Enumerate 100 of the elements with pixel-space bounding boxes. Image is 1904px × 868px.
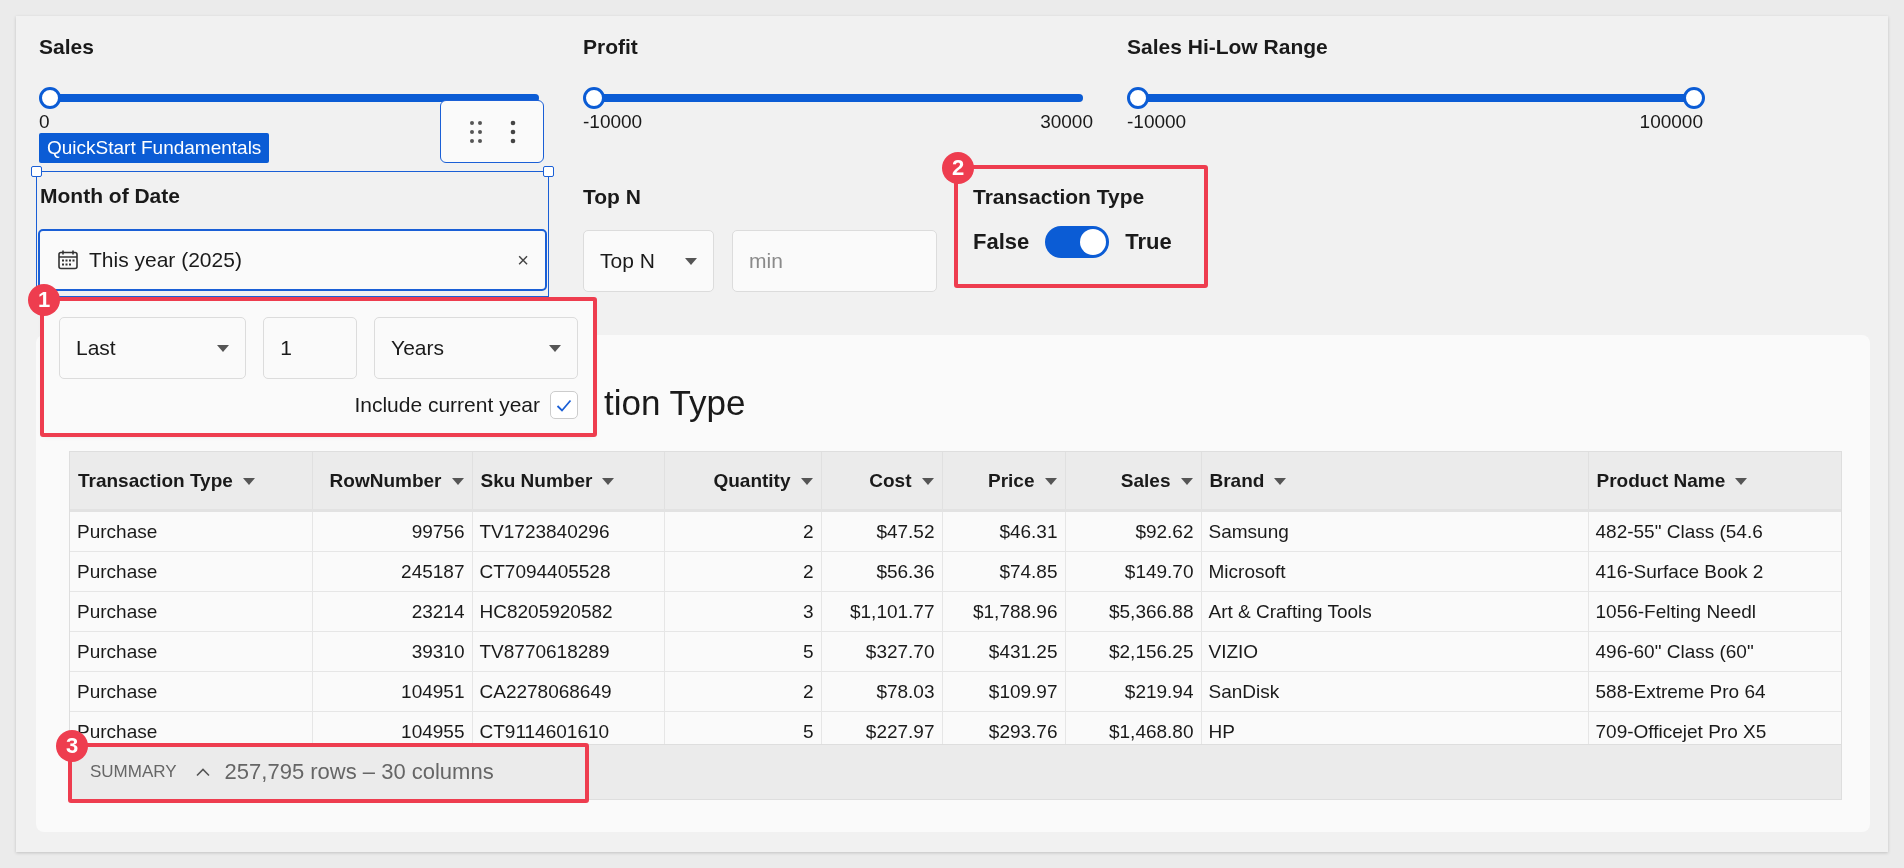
table-cell: 2: [664, 510, 821, 552]
control-label: Top N: [583, 185, 642, 209]
table-cell: TV1723840296: [472, 510, 664, 552]
more-icon: [509, 119, 516, 144]
column-header[interactable]: RowNumber: [312, 452, 472, 511]
caret-icon: [1044, 478, 1057, 485]
column-header[interactable]: Brand: [1201, 452, 1588, 511]
slider-thumb[interactable]: [583, 87, 605, 109]
drag-handle-icon: [468, 119, 483, 144]
slider-label: Sales Hi-Low Range: [1127, 35, 1329, 59]
date-field[interactable]: This year (2025) ×: [38, 229, 547, 291]
caret-icon: [242, 478, 255, 485]
top-n-dropdown[interactable]: Top N: [583, 230, 714, 292]
table-cell: $327.70: [821, 631, 942, 672]
column-header[interactable]: Sku Number: [472, 452, 664, 511]
table-cell: $1,101.77: [821, 591, 942, 632]
caret-icon: [921, 478, 934, 485]
column-header[interactable]: Cost: [821, 452, 942, 511]
control-label: Month of Date: [40, 184, 181, 208]
table-cell: 2: [664, 671, 821, 712]
resize-handle[interactable]: [543, 166, 554, 177]
summary-toggle[interactable]: SUMMARY: [90, 762, 211, 782]
element-tag: QuickStart Fundamentals: [39, 133, 270, 163]
table-cell: 588-Extreme Pro 64: [1588, 671, 1841, 712]
table-cell: Purchase: [70, 591, 312, 632]
table-cell: 482-55" Class (54.6: [1588, 510, 1841, 552]
operator-dropdown[interactable]: Last: [59, 317, 247, 379]
slider-min-value: -10000: [583, 111, 643, 133]
slider-thumb[interactable]: [1127, 87, 1149, 109]
table-cell: $2,156.25: [1065, 631, 1201, 672]
slider-max-value: 100000: [1639, 111, 1703, 133]
caret-icon: [217, 344, 230, 352]
chevron-up-icon: [194, 767, 211, 777]
table-cell: CA2278068649: [472, 671, 664, 712]
table-cell: $56.36: [821, 551, 942, 592]
table-cell: CT7094405528: [472, 551, 664, 592]
slider[interactable]: [1127, 87, 1703, 109]
clear-button[interactable]: ×: [517, 248, 529, 272]
table-cell: 5: [664, 711, 821, 744]
table-cell: 104951: [312, 671, 472, 712]
table-cell: $78.03: [821, 671, 942, 712]
table-cell: Purchase: [70, 510, 312, 552]
table-cell: 496-60" Class (60": [1588, 631, 1841, 672]
table-cell: $227.97: [821, 711, 942, 744]
column-header[interactable]: Sales: [1065, 452, 1201, 511]
table-cell: Purchase: [70, 671, 312, 712]
slider-label: Sales: [39, 35, 95, 59]
table-cell: 3: [664, 591, 821, 632]
caret-icon: [1735, 478, 1748, 485]
caret-icon: [451, 478, 464, 485]
amount-field[interactable]: 1: [263, 317, 358, 379]
table-cell: HC8205920582: [472, 591, 664, 632]
table-cell: Microsoft: [1201, 551, 1588, 592]
caret-icon: [1180, 478, 1193, 485]
table-cell: $92.62: [1065, 510, 1201, 552]
column-header[interactable]: Transaction Type: [70, 452, 312, 511]
table-cell: 416-Surface Book 2: [1588, 551, 1841, 592]
table-cell: Art & Crafting Tools: [1201, 591, 1588, 632]
column-header[interactable]: Product Name: [1588, 452, 1841, 511]
toggle-switch[interactable]: [1045, 226, 1110, 258]
table-cell: $5,366.88: [1065, 591, 1201, 632]
slider-thumb[interactable]: [39, 87, 61, 109]
table-cell: $1,788.96: [942, 591, 1065, 632]
table-cell: 39310: [312, 631, 472, 672]
slider-thumb[interactable]: [1683, 87, 1705, 109]
column-header[interactable]: Quantity: [664, 452, 821, 511]
resize-handle[interactable]: [31, 166, 42, 177]
table-cell: VIZIO: [1201, 631, 1588, 672]
table-cell: 2: [664, 551, 821, 592]
checkbox-label: Include current year: [354, 393, 540, 417]
min-field[interactable]: min: [732, 230, 937, 292]
calendar-icon: [57, 249, 79, 271]
table-cell: Purchase: [70, 631, 312, 672]
card-title: tion Type: [604, 382, 746, 424]
table-cell: Samsung: [1201, 510, 1588, 552]
table-cell: Purchase: [70, 551, 312, 592]
table-cell: $149.70: [1065, 551, 1201, 592]
column-header[interactable]: Price: [942, 452, 1065, 511]
table-cell: 245187: [312, 551, 472, 592]
table-cell: TV8770618289: [472, 631, 664, 672]
table-cell: $47.52: [821, 510, 942, 552]
table-cell: 1056-Felting Needl: [1588, 591, 1841, 632]
slider-max-value: 30000: [1040, 111, 1093, 133]
table-cell: $74.85: [942, 551, 1065, 592]
caret-icon: [549, 344, 561, 352]
caret-icon: [1274, 478, 1287, 485]
table-cell: $293.76: [942, 711, 1065, 744]
table-cell: $431.25: [942, 631, 1065, 672]
table-cell: $1,468.80: [1065, 711, 1201, 744]
checkbox[interactable]: [550, 391, 578, 419]
slider-min-value: 0: [39, 111, 50, 133]
slider-min-value: -10000: [1127, 111, 1187, 133]
table-cell: HP: [1201, 711, 1588, 744]
control-label: Transaction Type: [973, 185, 1146, 209]
unit-dropdown[interactable]: Years: [374, 317, 578, 379]
table-cell: $109.97: [942, 671, 1065, 712]
table-cell: 23214: [312, 591, 472, 632]
caret-icon: [602, 478, 615, 485]
toggle-on-label: True: [1125, 229, 1172, 255]
checkmark-icon: [556, 398, 572, 412]
